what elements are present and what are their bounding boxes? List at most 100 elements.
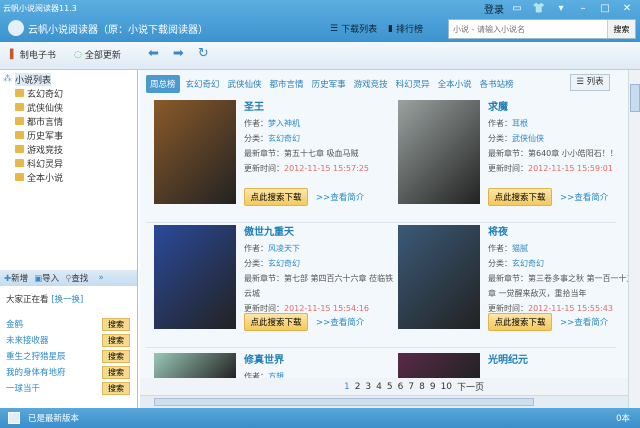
tab-category[interactable]: 玄幻奇幻 — [184, 75, 222, 93]
book-title[interactable]: 光明纪元 — [488, 353, 638, 369]
forward-icon[interactable]: ➡ — [173, 46, 184, 61]
scroll-thumb[interactable] — [630, 84, 640, 112]
page-link[interactable]: 3 — [365, 382, 371, 392]
menu-dropdown-icon[interactable]: ▾ — [552, 3, 570, 14]
message-icon[interactable]: ▭ — [508, 3, 526, 14]
add-label: 新增 — [11, 274, 29, 284]
page-link[interactable]: 4 — [376, 382, 382, 392]
tab-category[interactable]: 都市言情 — [268, 75, 306, 93]
book-cover[interactable] — [154, 100, 236, 204]
author-link[interactable]: 耳根 — [512, 119, 528, 128]
book-title[interactable]: 求魔 — [488, 100, 638, 116]
status-text: 已是最新版本 — [28, 414, 80, 424]
latest-label: 最新章节： — [488, 149, 528, 158]
view-intro-link[interactable]: >>查看简介 — [560, 316, 608, 328]
view-intro-link[interactable]: >>查看简介 — [316, 191, 364, 203]
hot-book-link[interactable]: 重生之狩猎星辰 — [6, 350, 66, 362]
add-button[interactable]: ✚新增 — [4, 272, 28, 284]
search-download-button[interactable]: 点此搜索下载 — [244, 188, 308, 206]
category-link[interactable]: 玄幻奇幻 — [268, 259, 300, 268]
tab-category[interactable]: 各书站榜 — [478, 75, 516, 93]
login-link[interactable]: 登录 — [484, 1, 504, 16]
tree-item[interactable]: 历史军事 — [3, 128, 137, 142]
close-icon[interactable]: ✕ — [618, 3, 636, 14]
page-link[interactable]: 5 — [387, 382, 393, 392]
category-link[interactable]: 武侠仙侠 — [512, 134, 544, 143]
maximize-icon[interactable]: □ — [596, 3, 614, 14]
hot-book-link[interactable]: 一球当千 — [6, 382, 40, 394]
hot-book-link[interactable]: 金鹤 — [6, 318, 23, 330]
view-intro-link[interactable]: >>查看简介 — [560, 191, 608, 203]
tab-category[interactable]: 游戏竞技 — [352, 75, 390, 93]
book-title[interactable]: 修真世界 — [244, 353, 394, 369]
update-all-button[interactable]: ◌ 全部更新 — [74, 48, 121, 62]
page-link[interactable]: 1 — [344, 382, 350, 392]
swap-link[interactable]: [换一换] — [51, 295, 83, 305]
list-view-button[interactable]: ☰ 列表 — [570, 74, 610, 91]
tree-root[interactable]: ⁂ 小说列表 — [3, 72, 137, 86]
search-download-button[interactable]: 点此搜索下载 — [488, 188, 552, 206]
book-cover[interactable] — [398, 100, 480, 204]
make-ebook-button[interactable]: ▌ 制电子书 — [10, 48, 56, 62]
tree-item[interactable]: 玄幻奇幻 — [3, 86, 137, 100]
search-download-button[interactable]: 点此搜索下载 — [488, 313, 552, 331]
folder-icon — [15, 89, 24, 97]
book-title[interactable]: 圣王 — [244, 100, 394, 116]
page-link[interactable]: 10 — [441, 382, 452, 392]
skin-icon[interactable]: 👕 — [530, 3, 548, 14]
search-button[interactable]: 搜索 — [102, 365, 130, 379]
tab-category[interactable]: 全本小说 — [436, 75, 474, 93]
reload-icon[interactable]: ↻ — [198, 46, 209, 61]
search-button[interactable]: 搜索 — [102, 333, 130, 347]
search-button[interactable]: 搜索 — [102, 381, 130, 395]
tree-item[interactable]: 全本小说 — [3, 170, 137, 184]
book-cover[interactable] — [154, 225, 236, 329]
horizontal-scrollbar[interactable] — [140, 395, 628, 408]
find-button[interactable]: ⚲查找 — [65, 272, 88, 284]
list-item: 未来接收器 搜索 — [6, 332, 130, 348]
tab-category[interactable]: 历史军事 — [310, 75, 348, 93]
search-button[interactable]: 搜索 — [102, 349, 130, 363]
page-link[interactable]: 9 — [430, 382, 436, 392]
search-button[interactable]: 搜索 — [102, 317, 130, 331]
book-cover[interactable] — [154, 353, 236, 378]
page-link[interactable]: 6 — [398, 382, 404, 392]
hot-book-link[interactable]: 我的身体有地府 — [6, 366, 66, 378]
search-button[interactable]: 搜索 — [607, 20, 635, 38]
view-intro-link[interactable]: >>查看简介 — [316, 316, 364, 328]
tab-weekly[interactable]: 周总榜 — [146, 75, 180, 93]
latest-chapter: 第640章 小小皓阳石！！ — [528, 149, 618, 158]
back-icon[interactable]: ⬅ — [148, 46, 159, 61]
author-link[interactable]: 猫腻 — [512, 244, 528, 253]
page-link[interactable]: 7 — [408, 382, 414, 392]
page-link[interactable]: 8 — [419, 382, 425, 392]
next-page-link[interactable]: 下一页 — [457, 380, 484, 393]
author-link[interactable]: 梦入神机 — [268, 119, 300, 128]
book-cover[interactable] — [398, 353, 480, 378]
author-link[interactable]: 风凌天下 — [268, 244, 300, 253]
category-link[interactable]: 玄幻奇幻 — [268, 134, 300, 143]
scroll-thumb[interactable] — [154, 398, 534, 406]
search-input[interactable] — [449, 20, 607, 38]
minimize-icon[interactable]: – — [574, 3, 592, 14]
search-download-button[interactable]: 点此搜索下载 — [244, 313, 308, 331]
hot-book-link[interactable]: 未来接收器 — [6, 334, 49, 346]
tab-category[interactable]: 武侠仙侠 — [226, 75, 264, 93]
tree-item[interactable]: 科幻灵异 — [3, 156, 137, 170]
book-title[interactable]: 傲世九重天 — [244, 225, 394, 241]
expand-icon[interactable]: » — [98, 273, 103, 283]
tree-item[interactable]: 都市言情 — [3, 114, 137, 128]
download-list-button[interactable]: ☰ 下载列表 — [330, 22, 377, 36]
tree-item[interactable]: 武侠仙侠 — [3, 100, 137, 114]
ranking-button[interactable]: ▮ 排行榜 — [388, 22, 423, 36]
category-link[interactable]: 玄幻奇幻 — [512, 259, 544, 268]
tab-category[interactable]: 科幻灵异 — [394, 75, 432, 93]
tree-item[interactable]: 游戏竞技 — [3, 142, 137, 156]
book-title[interactable]: 将夜 — [488, 225, 638, 241]
list-view-label: 列表 — [586, 77, 604, 87]
vertical-scrollbar[interactable] — [628, 70, 640, 408]
book-cover[interactable] — [398, 225, 480, 329]
page-link[interactable]: 2 — [355, 382, 361, 392]
update-all-label: 全部更新 — [84, 51, 121, 61]
import-button[interactable]: ▣导入 — [34, 272, 59, 284]
